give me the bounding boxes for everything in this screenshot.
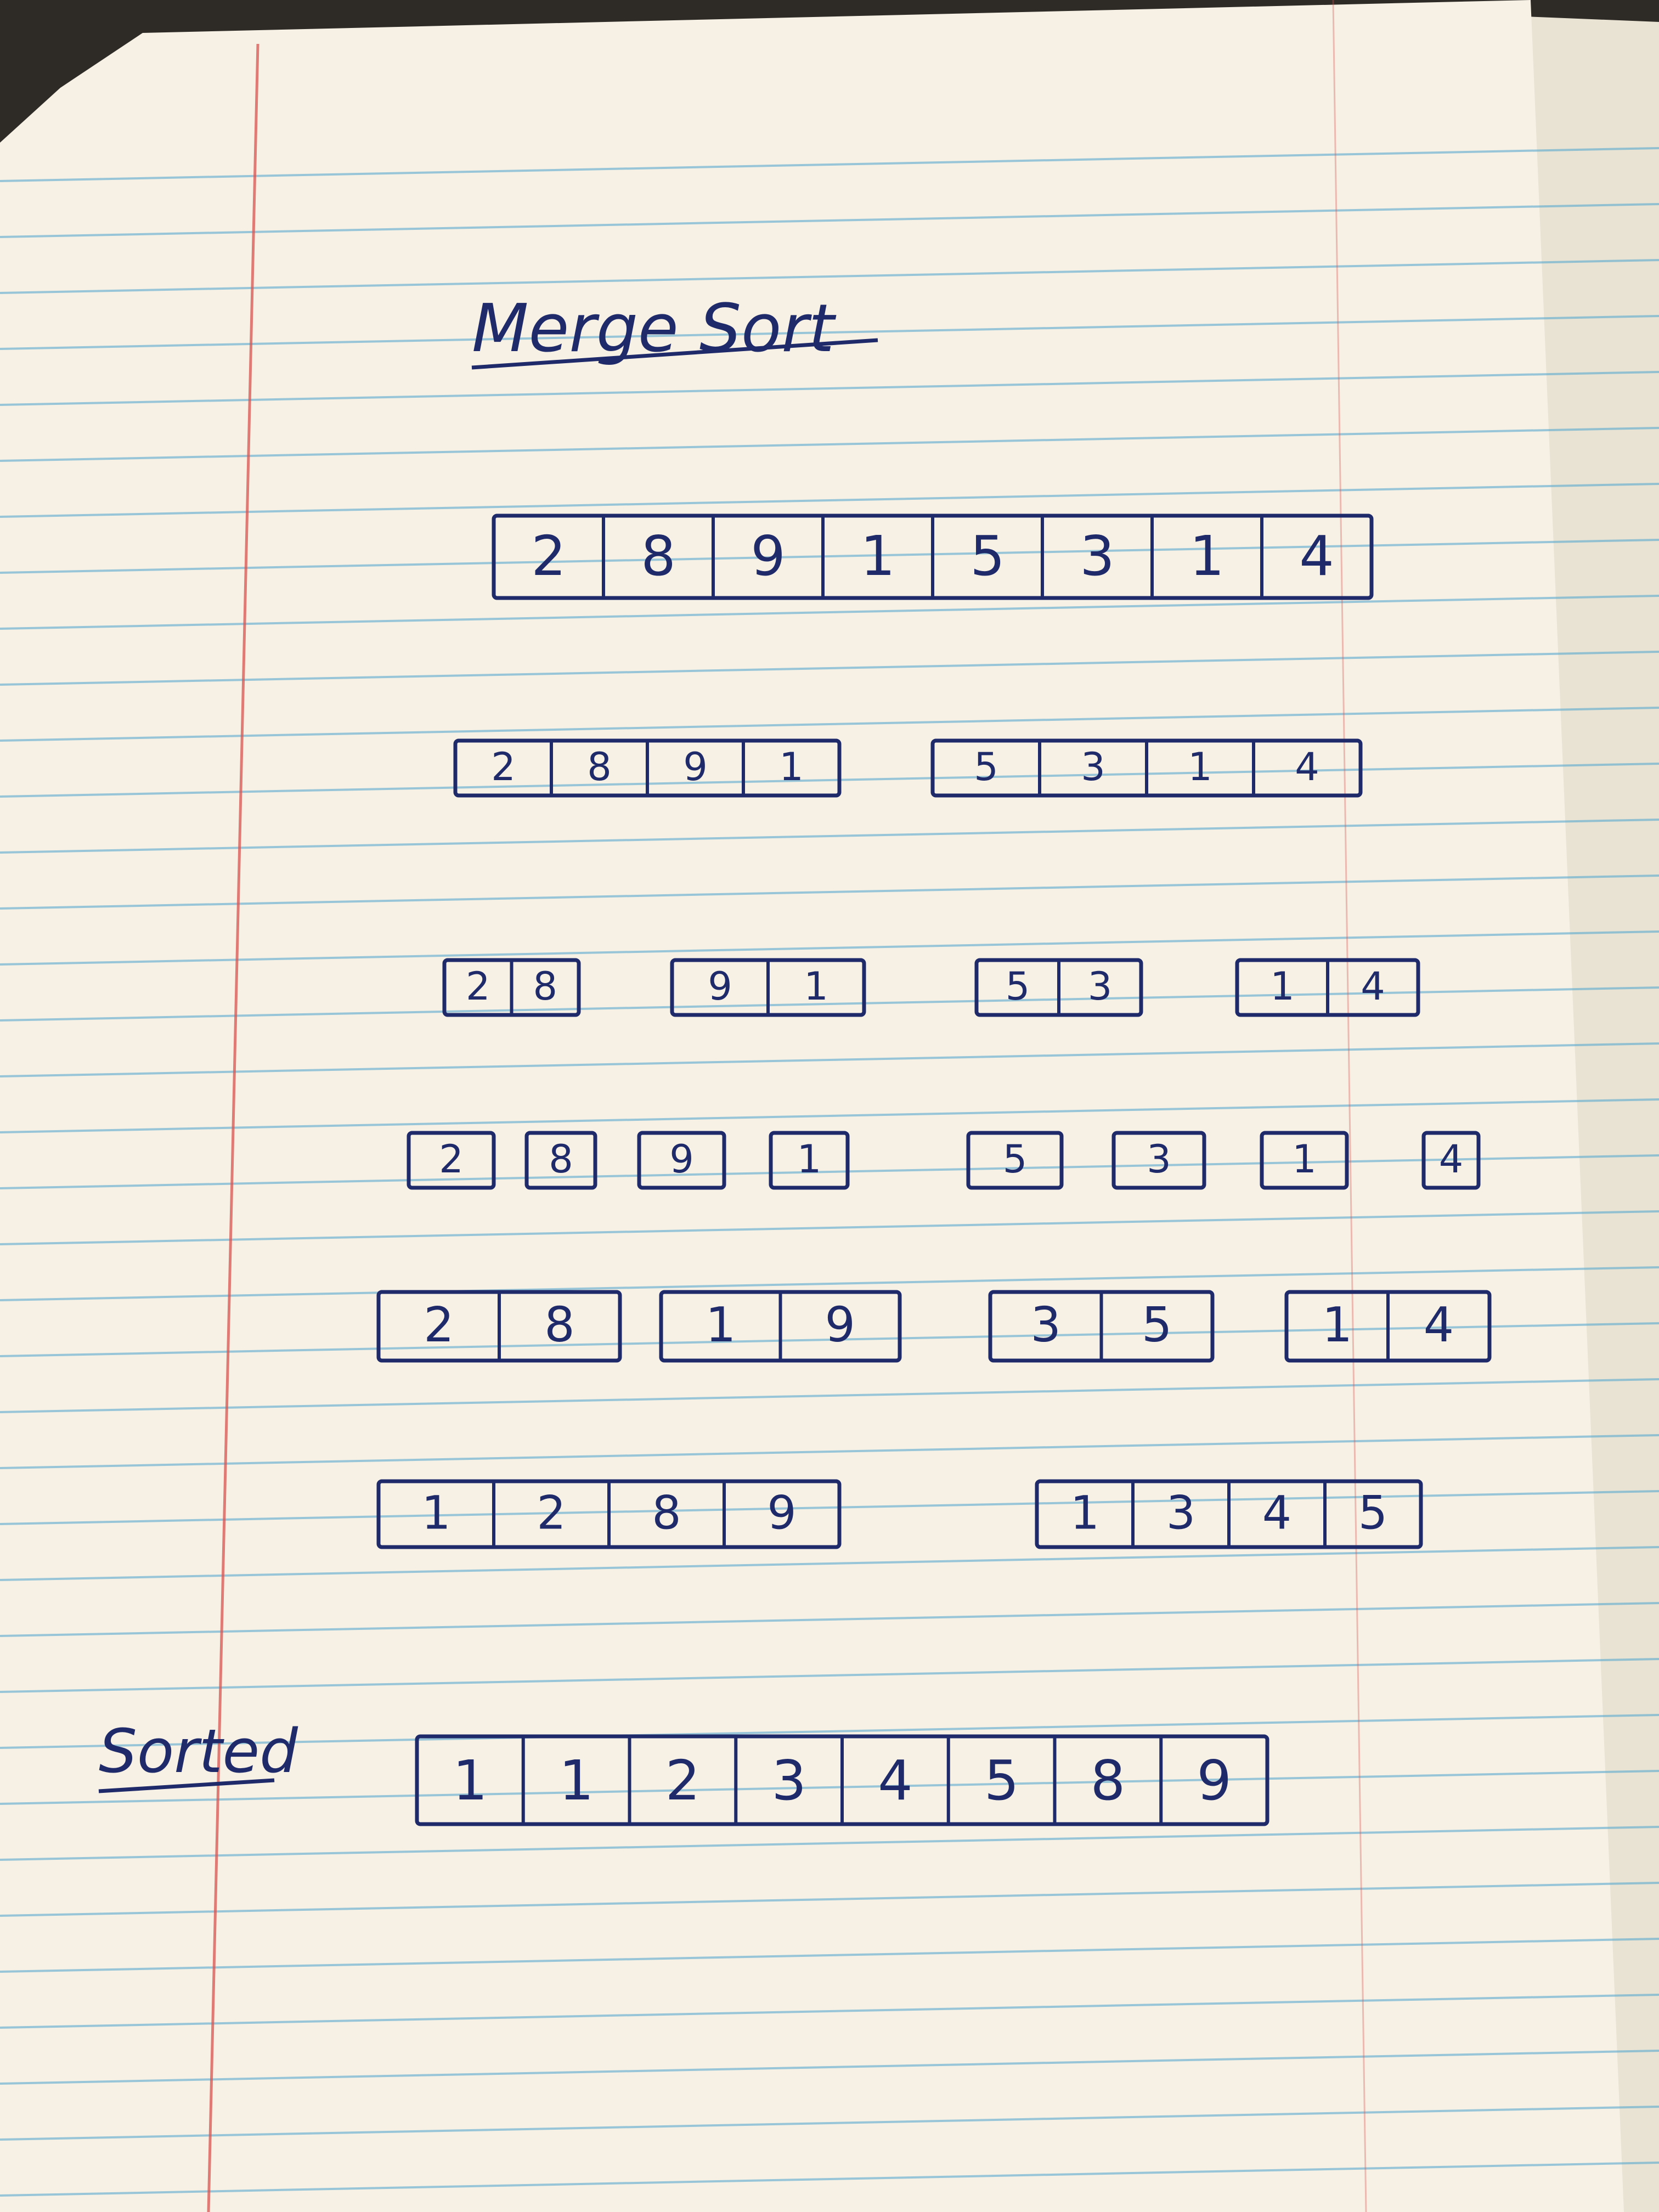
array-cell-value: 3 xyxy=(1081,744,1105,789)
array-group: 1 3 4 5 xyxy=(1035,1479,1423,1549)
array-cell-value: 4 xyxy=(878,1748,913,1813)
array-cell-value: 9 xyxy=(683,744,708,789)
array-cell-value: 3 xyxy=(1166,1486,1195,1539)
array-cell-value: 1 xyxy=(797,1137,822,1182)
array-cell-value: 2 xyxy=(531,524,566,588)
array-cell-value: 9 xyxy=(751,524,786,588)
array-cell-value: 8 xyxy=(549,1137,573,1182)
array-cell-value: 8 xyxy=(587,744,612,789)
array-cell-value: 4 xyxy=(1361,964,1385,1009)
array-cell-value: 4 xyxy=(1439,1137,1464,1182)
array-cell-value: 4 xyxy=(1262,1486,1291,1539)
array-cell-value: 1 xyxy=(1292,1137,1317,1182)
array-cell-value: 3 xyxy=(1030,1297,1061,1353)
array-cell-value: 8 xyxy=(1091,1748,1126,1813)
array-cell-value: 5 xyxy=(1142,1297,1172,1353)
array-cell-value: 1 xyxy=(860,524,895,588)
array-cell-value: 5 xyxy=(974,744,998,789)
array-cell-value: 1 xyxy=(1189,524,1224,588)
array-cell-value: 4 xyxy=(1299,524,1334,588)
array-cell-value: 8 xyxy=(641,524,676,588)
array-cell-value: 2 xyxy=(466,964,490,1009)
array-cell-value: 8 xyxy=(544,1297,575,1353)
array-cell-value: 9 xyxy=(669,1137,694,1182)
array-group: 5 3 1 4 xyxy=(930,738,1363,798)
array-cell-value: 3 xyxy=(1088,964,1113,1009)
array-cell-value: 1 xyxy=(706,1297,736,1353)
notebook-photo: Merge Sort 2 8 9 1 5 3 1 42 8 9 1 5 3 1 42 8 9 1 5 3 1 42 8 9 1 5… xyxy=(0,0,1659,2212)
array-group: 1 2 8 9 xyxy=(376,1479,842,1549)
array-cell-value: 5 xyxy=(1358,1486,1387,1539)
array-cell-value: 1 xyxy=(1070,1486,1099,1539)
array-cell-value: 1 xyxy=(1322,1297,1353,1353)
array-cell-value: 9 xyxy=(708,964,732,1009)
array-cell-value: 2 xyxy=(424,1297,454,1353)
array-cell-value: 8 xyxy=(652,1486,681,1539)
array-cell-value: 5 xyxy=(1006,964,1030,1009)
array-cell-value: 3 xyxy=(1080,524,1115,588)
sorted-label: Sorted xyxy=(99,1716,298,1786)
array-cell-value: 1 xyxy=(1270,964,1295,1009)
array-cell-value: 9 xyxy=(825,1297,855,1353)
array-cell-value: 1 xyxy=(779,744,804,789)
array-cell-value: 8 xyxy=(533,964,557,1009)
array-cell-value: 1 xyxy=(453,1748,488,1813)
array-cell-value: 5 xyxy=(1003,1137,1028,1182)
array-cell-value: 1 xyxy=(559,1748,594,1813)
array-cell-value: 2 xyxy=(665,1748,701,1813)
array-cell-value: 2 xyxy=(491,744,516,789)
array-cell-value: 9 xyxy=(1197,1748,1232,1813)
array-cell-value: 2 xyxy=(537,1486,566,1539)
array-cell-value: 9 xyxy=(767,1486,796,1539)
array-cell-value: 1 xyxy=(1188,744,1212,789)
array-cell-value: 4 xyxy=(1295,744,1319,789)
array-cell-value: 2 xyxy=(439,1137,464,1182)
array-cell-value: 1 xyxy=(804,964,828,1009)
array-group: 2 8 9 1 xyxy=(453,738,842,798)
array-cell-value: 4 xyxy=(1424,1297,1454,1353)
array-cell-value: 3 xyxy=(1147,1137,1171,1182)
array-cell-value: 3 xyxy=(771,1748,806,1813)
array-cell-value: 1 xyxy=(421,1486,450,1539)
array-cell-value: 5 xyxy=(984,1748,1019,1813)
array-cell-value: 5 xyxy=(970,524,1005,588)
